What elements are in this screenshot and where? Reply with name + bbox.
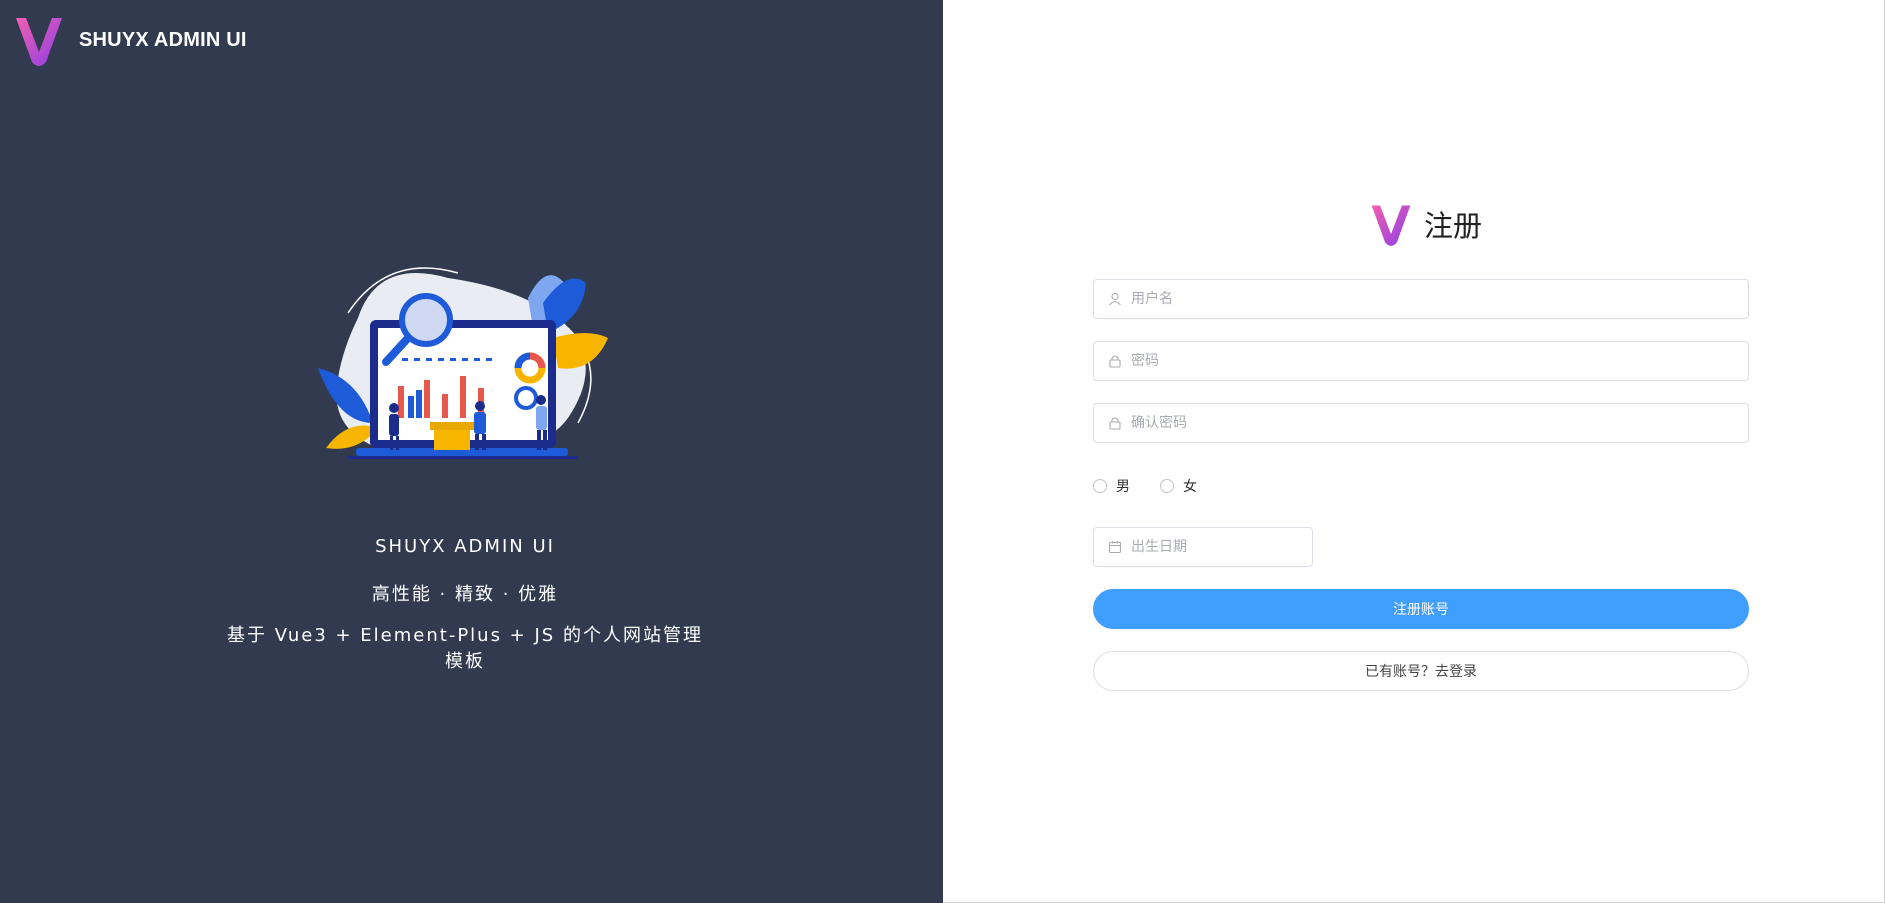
v-logo-icon [1371,205,1411,246]
slogan-features: 高性能 · 精致 · 优雅 [371,584,559,605]
birthday-input[interactable] [1131,539,1312,555]
confirm-password-input[interactable] [1131,415,1748,431]
user-icon [1109,292,1121,306]
lock-icon [1109,417,1121,430]
brand-name: SHUYX ADMIN UI [79,28,247,51]
go-login-button[interactable]: 已有账号？去登录 [1093,651,1749,691]
gender-label-male: 男 [1116,479,1130,495]
dashboard-analytics-illustration [318,267,608,459]
right-panel [943,0,1885,903]
username-input[interactable] [1131,291,1748,307]
lock-icon [1109,355,1121,368]
gender-radio-male[interactable]: 男 [1093,476,1130,496]
radio-circle-icon[interactable] [1093,479,1107,493]
slogan-title: SHUYX ADMIN UI [375,536,555,557]
form-title-text: 注册 [1424,209,1483,243]
password-field[interactable] [1093,341,1749,381]
gender-label-female: 女 [1183,479,1197,495]
username-field[interactable] [1093,279,1749,319]
gender-radio-group: 男 女 [1093,476,1227,496]
birthday-field[interactable] [1093,527,1313,567]
slogan-description: 基于 Vue3 + Element-Plus + JS 的个人网站管理模板 [227,625,703,672]
confirm-password-field[interactable] [1093,403,1749,443]
register-button[interactable]: 注册账号 [1093,589,1749,629]
form-title: 注册 [1370,202,1482,246]
gender-radio-female[interactable]: 女 [1160,476,1197,496]
radio-circle-icon[interactable] [1160,479,1174,493]
v-logo-icon [16,18,62,66]
calendar-icon [1108,541,1122,554]
password-input[interactable] [1131,353,1748,369]
brand-header: SHUYX ADMIN UI [14,14,247,66]
left-panel: SHUYX ADMIN UI SHUYX ADMIN UI 高性能 · 精致 ·… [0,0,943,903]
